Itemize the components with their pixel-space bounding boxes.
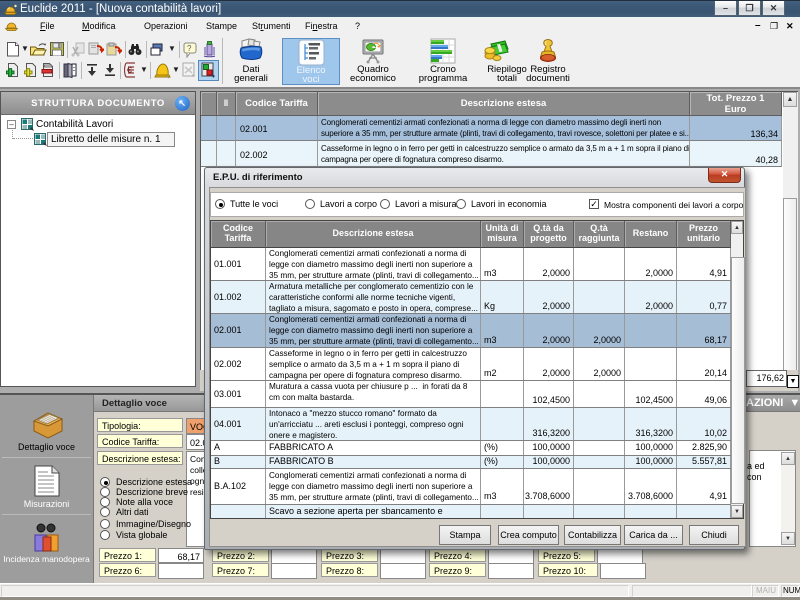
svg-text:€: € [127,65,132,75]
svg-text:?: ? [187,44,192,53]
